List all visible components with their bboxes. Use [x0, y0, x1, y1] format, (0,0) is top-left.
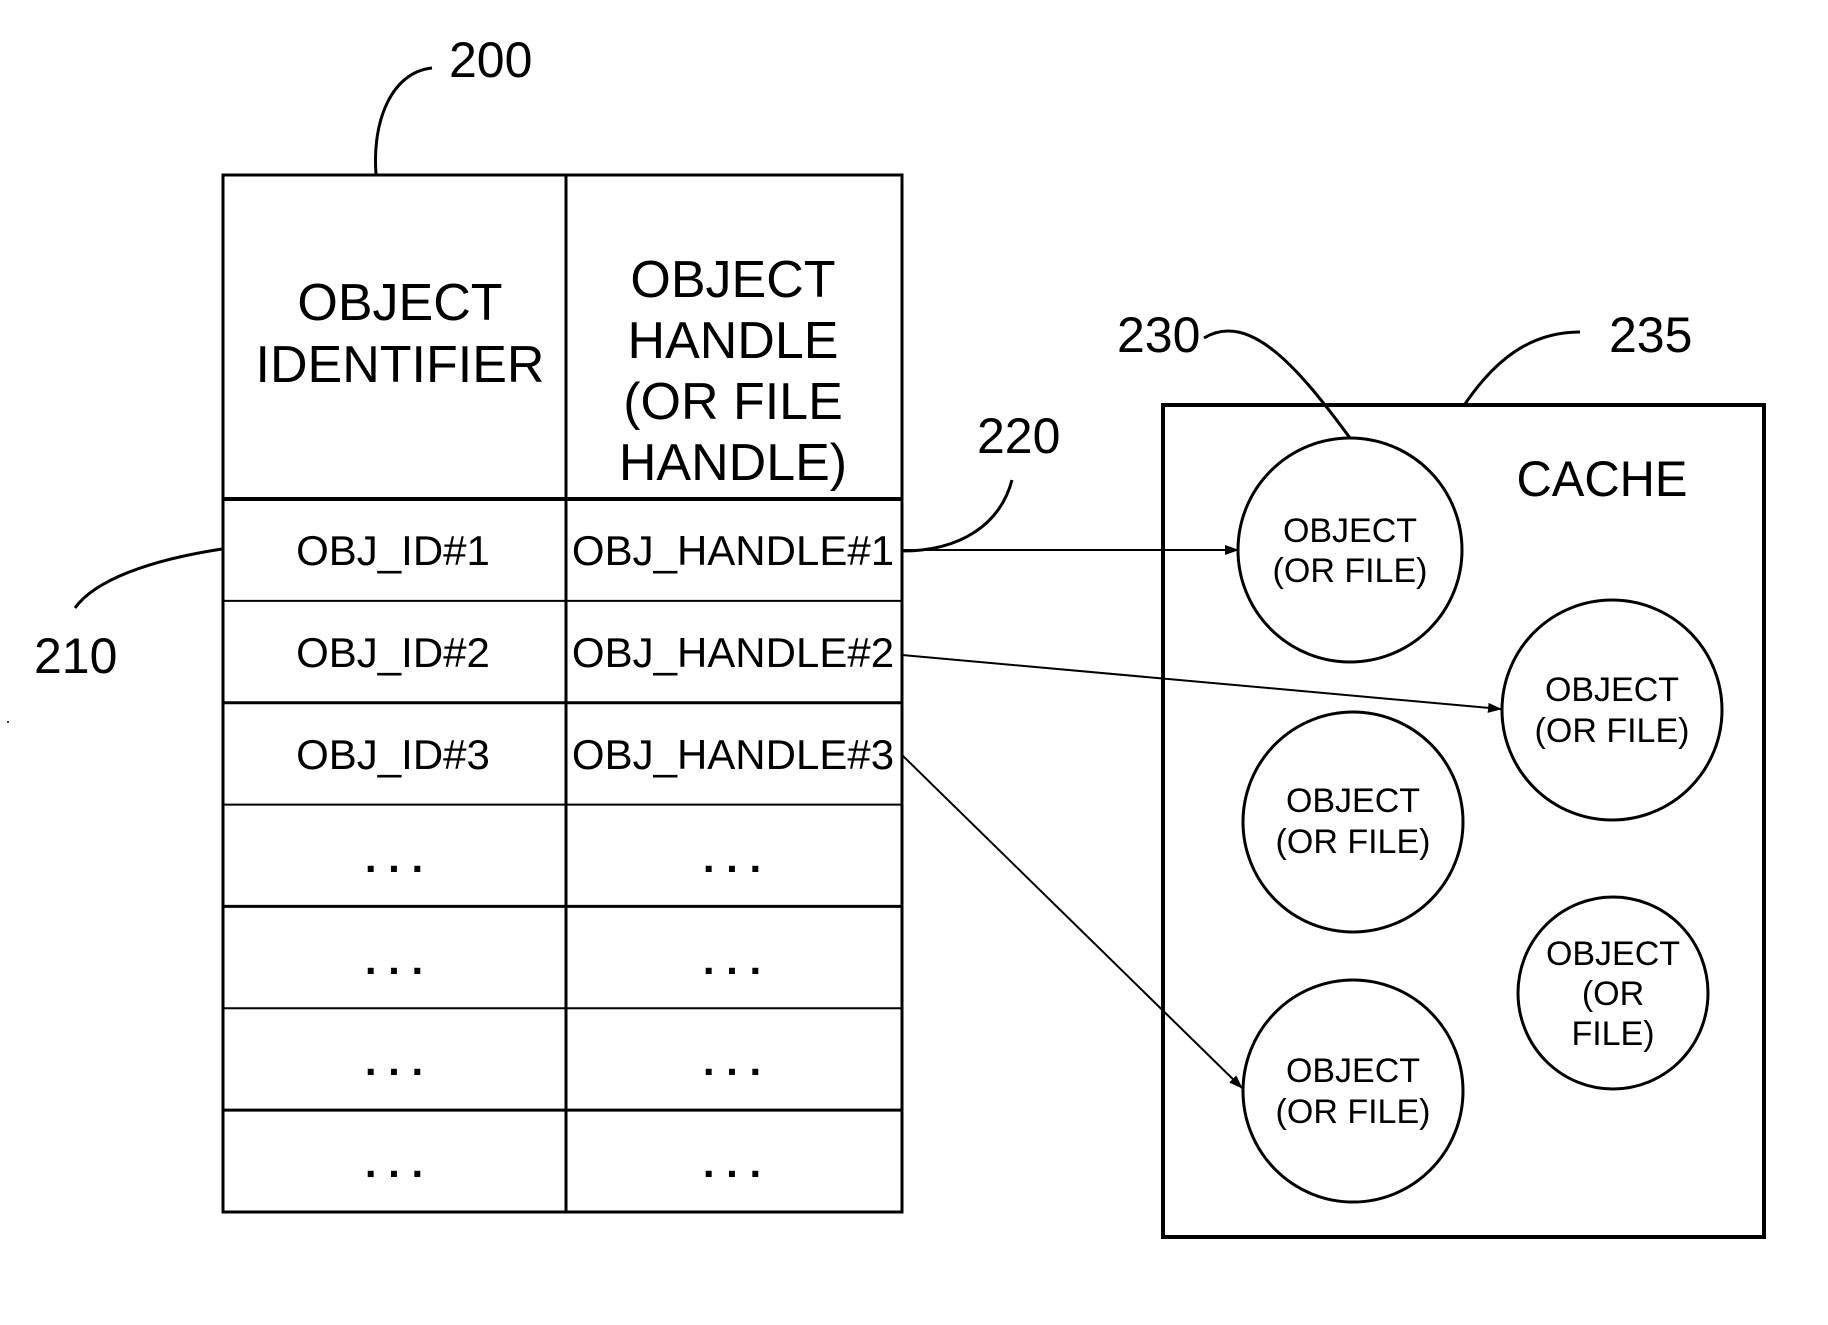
cache-object-label-line-2: (OR — [1582, 975, 1644, 1013]
cache-object-label-line-2: (OR FILE) — [1273, 552, 1428, 590]
arrow-handle-3-to-object — [901, 754, 1243, 1089]
row-1-object-handle: OBJ_HANDLE#1 — [572, 527, 894, 574]
row-4-object-id-ellipsis: . . . — [365, 834, 423, 881]
cache-object: OBJECT (OR FILE) — [1516, 895, 1710, 1091]
ref-210-label: 210 — [34, 628, 117, 684]
cache-object-label-line-3: FILE) — [1571, 1015, 1654, 1053]
row-3-object-id: OBJ_ID#3 — [296, 731, 490, 778]
ref-220-label: 220 — [977, 408, 1060, 464]
ref-210-leader — [73, 547, 223, 609]
row-7-object-id-ellipsis: . . . — [365, 1139, 423, 1186]
row-6-object-id-ellipsis: . . . — [365, 1037, 423, 1084]
table-row: OBJ_ID#1 OBJ_HANDLE#1 — [296, 527, 894, 574]
cache-object-circle — [1236, 436, 1464, 664]
cache-object-label-line-1: OBJECT — [1286, 1052, 1420, 1090]
stray-dot — [7, 721, 9, 723]
ref-200-label: 200 — [449, 32, 532, 88]
row-2-object-handle: OBJ_HANDLE#2 — [572, 629, 894, 676]
table-row: OBJ_ID#2 OBJ_HANDLE#2 — [296, 629, 894, 676]
cache-label: CACHE — [1517, 451, 1688, 507]
header-object-handle-line-1: OBJECT — [630, 251, 835, 309]
cache-object-label-line-2: (OR FILE) — [1535, 712, 1690, 750]
cache-object: OBJECT (OR FILE) — [1500, 598, 1724, 822]
cache-object-label-line-1: OBJECT — [1546, 935, 1680, 973]
ref-235-leader — [1463, 330, 1581, 405]
ref-235-label: 235 — [1609, 307, 1692, 363]
table-row: OBJ_ID#3 OBJ_HANDLE#3 — [296, 731, 894, 778]
cache-object-label-line-1: OBJECT — [1545, 671, 1679, 709]
cache-object-label-line-1: OBJECT — [1283, 512, 1417, 550]
ref-220-leader — [901, 479, 1014, 553]
table-row: . . . . . . — [365, 1037, 761, 1084]
row-5-object-id-ellipsis: . . . — [365, 936, 423, 983]
header-object-handle-line-2: HANDLE — [628, 312, 839, 370]
cache-object: OBJECT (OR FILE) — [1241, 710, 1465, 934]
cache-object-label-line-1: OBJECT — [1286, 782, 1420, 820]
row-1-object-id: OBJ_ID#1 — [296, 527, 490, 574]
row-6-object-handle-ellipsis: . . . — [703, 1037, 761, 1084]
table-row: . . . . . . — [365, 834, 761, 881]
row-2-object-id: OBJ_ID#2 — [296, 629, 490, 676]
cache-object-label-line-2: (OR FILE) — [1276, 1093, 1431, 1131]
ref-230-leader — [1203, 329, 1352, 439]
object-cache-diagram: 200 OBJECT IDENTIFIER OBJECT HANDLE (OR … — [7, 32, 1766, 1239]
cache-object: OBJECT (OR FILE) — [1236, 436, 1464, 664]
row-7-object-handle-ellipsis: . . . — [703, 1139, 761, 1186]
header-object-handle-line-4: HANDLE) — [619, 434, 847, 492]
object-table: OBJECT IDENTIFIER OBJECT HANDLE (OR FILE… — [221, 173, 904, 1214]
cache-object-circle — [1241, 710, 1465, 934]
header-object-identifier-line-2: IDENTIFIER — [256, 336, 545, 394]
cache-object-circle — [1500, 598, 1724, 822]
cache-object-label-line-2: (OR FILE) — [1276, 823, 1431, 861]
row-3-object-handle: OBJ_HANDLE#3 — [572, 731, 894, 778]
table-row: . . . . . . — [365, 936, 761, 983]
header-object-handle-line-3: (OR FILE — [623, 373, 843, 431]
arrow-handle-2-to-object — [901, 654, 1502, 713]
row-4-object-handle-ellipsis: . . . — [703, 834, 761, 881]
ref-230-label: 230 — [1117, 307, 1200, 363]
table-row: . . . . . . — [365, 1139, 761, 1186]
ref-200-leader — [374, 66, 433, 175]
header-object-identifier-line-1: OBJECT — [297, 274, 502, 332]
cache-object-circle — [1241, 978, 1465, 1204]
row-5-object-handle-ellipsis: . . . — [703, 936, 761, 983]
cache-object: OBJECT (OR FILE) — [1241, 978, 1465, 1204]
